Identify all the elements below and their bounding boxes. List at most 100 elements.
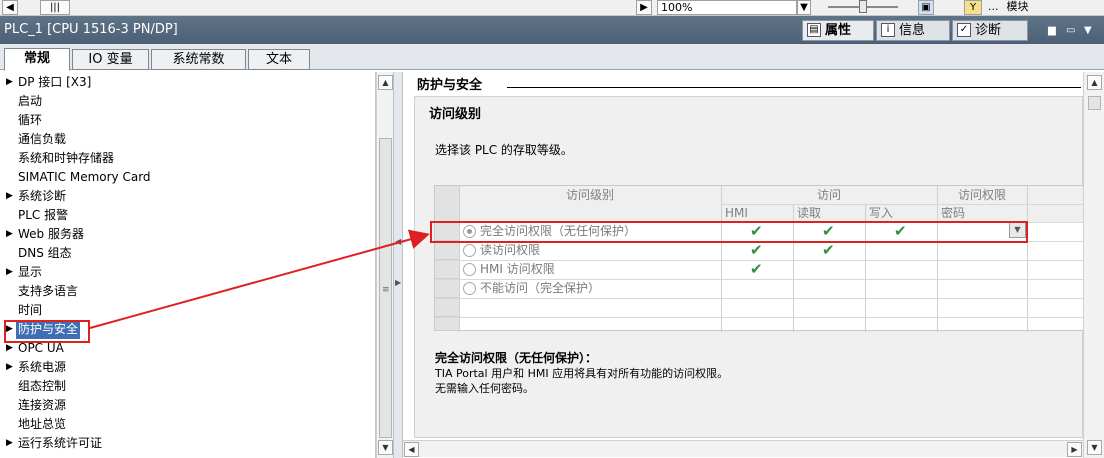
check-icon: ✔ bbox=[750, 222, 763, 240]
check-icon: ✔ bbox=[822, 241, 835, 259]
row-stub[interactable] bbox=[435, 222, 459, 241]
nav-item[interactable]: ▶ 防护与安全 bbox=[0, 320, 376, 339]
chevron-down-icon[interactable]: ▼ bbox=[1084, 25, 1092, 36]
scroll-right-button[interactable]: ▶ bbox=[636, 0, 652, 15]
row-stub[interactable] bbox=[435, 241, 459, 260]
zoom-dropdown-button[interactable]: ▼ bbox=[797, 0, 811, 15]
nav-scrollbar[interactable]: ▲ ≡ ▼ bbox=[376, 72, 393, 458]
nav-item-label: 时间 bbox=[18, 303, 43, 317]
tab-properties-label: 属性 bbox=[825, 23, 852, 38]
expand-arrow-icon[interactable]: ▶ bbox=[6, 358, 13, 377]
scroll-up-button[interactable]: ▲ bbox=[1087, 75, 1102, 90]
expand-arrow-icon[interactable]: ▶ bbox=[6, 73, 13, 92]
restore-icon[interactable]: ▆ bbox=[1048, 25, 1056, 36]
module-label: ... 模块 bbox=[988, 0, 1029, 13]
nav-item[interactable]: ▶ OPC UA bbox=[0, 339, 376, 358]
subheader-hmi: HMI bbox=[725, 206, 748, 220]
nav-item[interactable]: 支持多语言 bbox=[0, 282, 376, 301]
scroll-left-button[interactable]: ◀ bbox=[2, 0, 18, 15]
nav-item[interactable]: 组态控制 bbox=[0, 377, 376, 396]
nav-item[interactable]: ▶ 系统电源 bbox=[0, 358, 376, 377]
scroll-down-button[interactable]: ▼ bbox=[378, 440, 393, 455]
nav-item[interactable]: 地址总览 bbox=[0, 415, 376, 434]
nav-item[interactable]: ▶ 运行系统许可证 bbox=[0, 434, 376, 453]
scroll-thumb[interactable]: ||| bbox=[40, 0, 70, 15]
info-title: 完全访问权限（无任何保护）： bbox=[435, 351, 598, 365]
nav-item[interactable]: 通信负载 bbox=[0, 130, 376, 149]
zoom-input[interactable]: 100% bbox=[657, 0, 797, 15]
radio-read-access[interactable] bbox=[463, 244, 476, 257]
nav-item[interactable]: ▶ DP 接口 [X3] bbox=[0, 73, 376, 92]
scroll-up-button[interactable]: ▲ bbox=[378, 75, 393, 90]
panel-description: 选择该 PLC 的存取等级。 bbox=[435, 143, 573, 157]
scroll-left-button[interactable]: ◀ bbox=[404, 442, 419, 457]
zoom-slider-thumb[interactable] bbox=[859, 0, 867, 13]
tab-diagnostics[interactable]: ✓ 诊断 bbox=[952, 20, 1028, 41]
nav-item[interactable]: 连接资源 bbox=[0, 396, 376, 415]
nav-item[interactable]: PLC 报警 bbox=[0, 206, 376, 225]
nav-item-label: 支持多语言 bbox=[18, 284, 79, 298]
splitter-expand-icon[interactable]: ▶ bbox=[395, 278, 401, 287]
expand-arrow-icon[interactable]: ▶ bbox=[6, 320, 13, 339]
password-dropdown-button[interactable]: ▼ bbox=[1009, 222, 1026, 238]
device-icon[interactable]: ▣ bbox=[918, 0, 934, 15]
nav-item[interactable]: 时间 bbox=[0, 301, 376, 320]
nav-item-label: DP 接口 [X3] bbox=[18, 75, 92, 89]
subheader-read: 读取 bbox=[797, 206, 822, 220]
nav-item-label: 运行系统许可证 bbox=[18, 436, 103, 450]
properties-content: 防护与安全 访问级别 选择该 PLC 的存取等级。 访问级别 访问 访问权限 H… bbox=[403, 72, 1104, 458]
nav-scroll-thumb[interactable]: ≡ bbox=[379, 138, 392, 438]
nav-item-label: 循环 bbox=[18, 113, 43, 127]
expand-arrow-icon[interactable]: ▶ bbox=[6, 187, 13, 206]
expand-arrow-icon[interactable]: ▶ bbox=[6, 225, 13, 244]
check-icon: ✔ bbox=[894, 222, 907, 240]
row-header-stub bbox=[435, 186, 459, 222]
expand-arrow-icon[interactable]: ▶ bbox=[6, 434, 13, 453]
nav-item[interactable]: ▶ Web 服务器 bbox=[0, 225, 376, 244]
row-stub[interactable] bbox=[435, 260, 459, 279]
expand-arrow-icon[interactable]: ▶ bbox=[6, 263, 13, 282]
row-stub[interactable] bbox=[435, 317, 459, 331]
tab-info[interactable]: i 信息 bbox=[876, 20, 950, 41]
row-stub[interactable] bbox=[435, 298, 459, 317]
nav-item[interactable]: 启动 bbox=[0, 92, 376, 111]
subheader-write: 写入 bbox=[869, 206, 894, 220]
splitter-collapse-icon[interactable]: ◀ bbox=[395, 237, 401, 246]
scroll-right-button[interactable]: ▶ bbox=[1067, 442, 1082, 457]
row-stub[interactable] bbox=[435, 279, 459, 298]
nav-item[interactable]: ▶ 显示 bbox=[0, 263, 376, 282]
content-scrollbar[interactable]: ▲ ▼ bbox=[1083, 72, 1104, 458]
section-title: 防护与安全 bbox=[417, 78, 483, 93]
check-icon: ✔ bbox=[750, 241, 763, 259]
nav-item-label: 启动 bbox=[18, 94, 43, 108]
layout-icon[interactable]: ▭ bbox=[1066, 25, 1075, 36]
online-icon[interactable]: Y bbox=[964, 0, 982, 15]
content-hscrollbar[interactable]: ◀ ▶ bbox=[403, 440, 1083, 457]
radio-hmi-access[interactable] bbox=[463, 263, 476, 276]
nav-item[interactable]: 系统和时钟存储器 bbox=[0, 149, 376, 168]
top-toolbar: ◀ ||| ▶ 100% ▼ ▣ Y ... 模块 bbox=[0, 0, 1104, 16]
grid-line bbox=[435, 317, 1086, 318]
info-icon: i bbox=[881, 23, 895, 37]
nav-item[interactable]: SIMATIC Memory Card bbox=[0, 168, 376, 187]
tab-texts[interactable]: 文本 bbox=[248, 49, 310, 70]
tab-system-constants[interactable]: 系统常数 bbox=[151, 49, 246, 70]
content-scroll-thumb[interactable] bbox=[1088, 96, 1101, 110]
tab-info-label: 信息 bbox=[899, 23, 926, 38]
nav-item[interactable]: 循环 bbox=[0, 111, 376, 130]
tab-general[interactable]: 常规 bbox=[4, 48, 70, 71]
nav-item-label: 组态控制 bbox=[18, 379, 67, 393]
expand-arrow-icon[interactable]: ▶ bbox=[6, 339, 13, 358]
nav-item-label: DNS 组态 bbox=[18, 246, 72, 260]
nav-item[interactable]: DNS 组态 bbox=[0, 244, 376, 263]
nav-item[interactable]: ▶ 系统诊断 bbox=[0, 187, 376, 206]
scroll-down-button[interactable]: ▼ bbox=[1087, 440, 1102, 455]
label-hmi-access: HMI 访问权限 bbox=[480, 262, 555, 276]
radio-no-access[interactable] bbox=[463, 282, 476, 295]
radio-full-access[interactable] bbox=[463, 225, 476, 238]
tab-io-tags[interactable]: IO 变量 bbox=[72, 49, 149, 70]
nav-item-label: 防护与安全 bbox=[16, 320, 81, 339]
panel-splitter[interactable]: ◀ ▶ bbox=[393, 72, 403, 458]
tab-properties[interactable]: ▤ 属性 bbox=[802, 20, 874, 41]
grid-line bbox=[435, 298, 1086, 299]
